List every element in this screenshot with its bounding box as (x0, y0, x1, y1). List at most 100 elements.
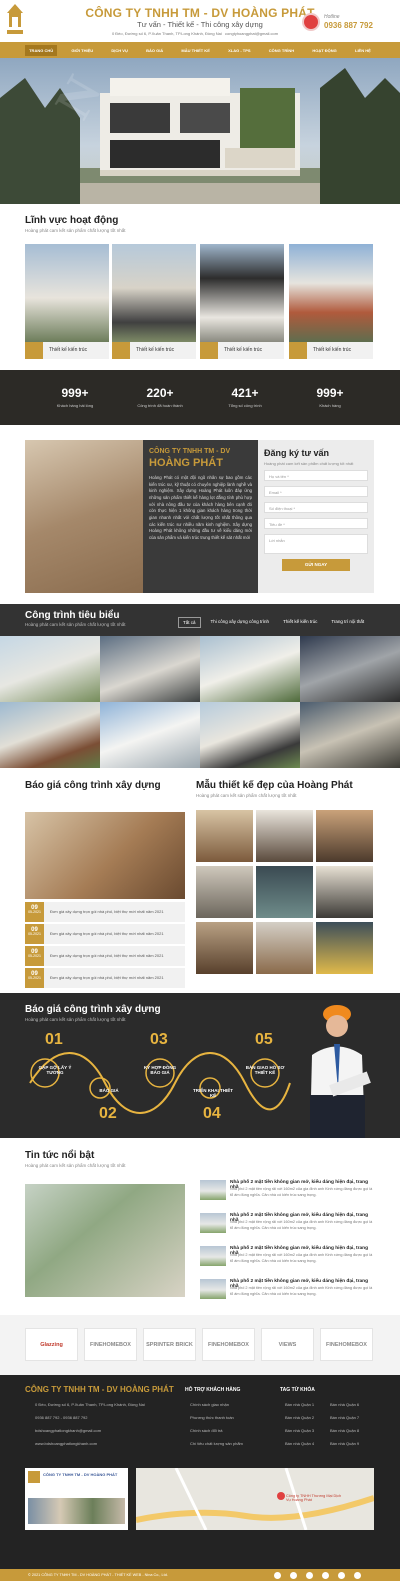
skype-icon[interactable] (338, 1572, 345, 1579)
field-card[interactable]: Thiết kế kiến trúc (112, 244, 196, 359)
quote-row[interactable]: 09 05-2021 Đơn giá xây dựng trọn gói nhà … (25, 902, 185, 922)
partner-logo[interactable]: SPRINTER BRICK (143, 1328, 196, 1361)
map-widget[interactable]: Công ty TNHH Thương Mại Dịch Vụ Hoàng Ph… (136, 1468, 374, 1530)
partner-logo[interactable]: FINEHOMEBOX (202, 1328, 255, 1361)
projects-title: Công trình tiêu biểu (25, 610, 120, 621)
tab-interior[interactable]: Trang trí nội thất (327, 617, 368, 628)
date-badge: 09 05-2021 (25, 946, 44, 966)
news-item[interactable]: Nhà phố 2 mặt tiền không gian mở, kiểu d… (200, 1246, 375, 1270)
tab-architecture[interactable]: Thiết kế kiến trúc (279, 617, 321, 628)
submit-button[interactable]: GỬI NGAY (282, 559, 350, 571)
support-link[interactable]: Chính sách đổi trả (190, 1428, 222, 1433)
tag-link[interactable]: Bán nhà Quận 9 (330, 1441, 359, 1446)
project-photo[interactable] (300, 636, 400, 702)
project-photo[interactable] (200, 636, 300, 702)
tab-all[interactable]: Tất cả (178, 617, 201, 628)
design-photo[interactable] (316, 866, 373, 918)
step-number: 05 (255, 1031, 273, 1048)
nav-item-services[interactable]: DỊCH VỤ (107, 45, 131, 56)
partner-logo[interactable]: Glazzing (25, 1328, 78, 1361)
hero-banner[interactable]: N (0, 58, 400, 204)
fb-photos (28, 1498, 125, 1524)
news-featured-image[interactable] (25, 1184, 185, 1297)
project-photo[interactable] (300, 702, 400, 768)
google-plus-icon[interactable] (306, 1572, 313, 1579)
date-badge: 09 05-2021 (25, 924, 44, 944)
engineer-image (300, 1000, 375, 1138)
project-photo[interactable] (100, 702, 200, 768)
tag-link[interactable]: Bán nhà Quận 2 (285, 1415, 314, 1420)
tag-link[interactable]: Bán nhà Quận 3 (285, 1428, 314, 1433)
news-item[interactable]: Nhà phố 2 mặt tiền không gian mở, kiểu d… (200, 1279, 375, 1303)
twitter-icon[interactable] (290, 1572, 297, 1579)
nav-item-quotes[interactable]: BÁO GIÁ (142, 45, 167, 56)
tag-link[interactable]: Bán nhà Quận 1 (285, 1402, 314, 1407)
project-photo[interactable] (0, 636, 100, 702)
design-photo[interactable] (196, 810, 253, 862)
field-card-image (289, 244, 373, 342)
footer-website[interactable]: www.bdshoangphatlongkhanh.com (35, 1441, 97, 1446)
tab-construction[interactable]: Thi công xây dựng công trình (207, 617, 274, 628)
email-text: congtyhoangphat@gmail.com (225, 31, 279, 36)
subject-field[interactable]: Tiêu đề * (264, 518, 368, 529)
quotes-image[interactable] (25, 812, 185, 899)
nav-item-contact[interactable]: LIÊN HỆ (351, 45, 375, 56)
address-text: 0 Đèo, Đường số 6, P.Xuân Thanh, TP.Long… (111, 31, 222, 36)
nav-item-designs[interactable]: MẪU THIẾT KẾ (177, 45, 213, 56)
design-photo[interactable] (256, 810, 313, 862)
design-photo[interactable] (196, 922, 253, 974)
project-photo[interactable] (100, 636, 200, 702)
partner-logo[interactable]: FINEHOMEBOX (320, 1328, 373, 1361)
nav-item-home[interactable]: TRANG CHỦ (25, 44, 58, 56)
building-icon (289, 342, 307, 359)
tag-link[interactable]: Bán nhà Quận 4 (285, 1441, 314, 1446)
step-number: 03 (150, 1031, 168, 1048)
news-item[interactable]: Nhà phố 2 mặt tiền không gian mở, kiểu d… (200, 1180, 375, 1204)
youtube-icon[interactable] (322, 1572, 329, 1579)
design-photo[interactable] (196, 866, 253, 918)
step-label: KÝ HỢP ĐỒNG BÁO GIÁ (143, 1065, 177, 1075)
instagram-icon[interactable] (354, 1572, 361, 1579)
nav-item-xlag[interactable]: XLAG - TPS (224, 45, 254, 56)
field-card[interactable]: Thiết kế kiến trúc (200, 244, 284, 359)
project-photo[interactable] (0, 702, 100, 768)
design-photo[interactable] (316, 922, 373, 974)
field-card[interactable]: Thiết kế kiến trúc (289, 244, 373, 359)
support-link[interactable]: Phương thức thanh toán (190, 1415, 234, 1420)
partner-logo[interactable]: FINEHOMEBOX (84, 1328, 137, 1361)
design-photo[interactable] (256, 866, 313, 918)
facebook-icon[interactable] (274, 1572, 281, 1579)
facebook-widget[interactable]: CÔNG TY TNHH TM - DV HOÀNG PHÁT (25, 1468, 128, 1530)
field-card[interactable]: Thiết kế kiến trúc (25, 244, 109, 359)
quote-row[interactable]: 09 05-2021 Đơn giá xây dựng trọn gói nhà … (25, 968, 185, 988)
tag-link[interactable]: Bán nhà Quận 7 (330, 1415, 359, 1420)
support-link[interactable]: Chính sách giao nhận (190, 1402, 229, 1407)
name-field[interactable]: Họ và tên * (264, 470, 368, 481)
news-excerpt: Nhà phố 2 mặt tiền rộng rãi với 160m2 củ… (230, 1286, 373, 1296)
footer-email[interactable]: bdshoangphatlongkhanh@gmail.com (35, 1428, 101, 1433)
quote-row[interactable]: 09 05-2021 Đơn giá xây dựng trọn gói nhà … (25, 924, 185, 944)
support-link[interactable]: Chí tiêu chất lượng sản phẩm (190, 1441, 243, 1446)
design-photo[interactable] (256, 922, 313, 974)
stat-number: 999+ (316, 386, 344, 400)
step-number: 04 (203, 1105, 221, 1122)
quote-row[interactable]: 09 05-2021 Đơn giá xây dựng trọn gói nhà … (25, 946, 185, 966)
message-field[interactable]: Lời nhắn (264, 534, 368, 554)
tag-link[interactable]: Bán nhà Quận 8 (330, 1428, 359, 1433)
support-title: HỖ TRỢ KHÁCH HÀNG (185, 1387, 241, 1393)
phone-field[interactable]: Số điện thoại * (264, 502, 368, 513)
footer-phone[interactable]: 0936 887 792 - 0936 887 792 (35, 1415, 88, 1420)
news-item[interactable]: Nhà phố 2 mặt tiền không gian mở, kiểu d… (200, 1213, 375, 1237)
nav-item-about[interactable]: GIỚI THIỆU (67, 45, 97, 56)
project-photo[interactable] (200, 702, 300, 768)
partner-logo[interactable]: VIEWS (261, 1328, 314, 1361)
step-label: GẶP GỠ LẤY Ý TƯỞNG (38, 1065, 72, 1075)
main-navigation: TRANG CHỦ GIỚI THIỆU DỊCH VỤ BÁO GIÁ MẪU… (0, 42, 400, 58)
design-photo[interactable] (316, 810, 373, 862)
fields-subtitle: Hoàng phát cam kết sản phẩm chất lượng t… (25, 228, 126, 233)
nav-item-projects[interactable]: CÔNG TRÌNH (265, 45, 298, 56)
tag-link[interactable]: Bán nhà Quận 6 (330, 1402, 359, 1407)
hotline-number[interactable]: 0936 887 792 (324, 21, 373, 30)
email-field[interactable]: Email * (264, 486, 368, 497)
nav-item-activities[interactable]: HOẠT ĐỘNG (308, 45, 340, 56)
